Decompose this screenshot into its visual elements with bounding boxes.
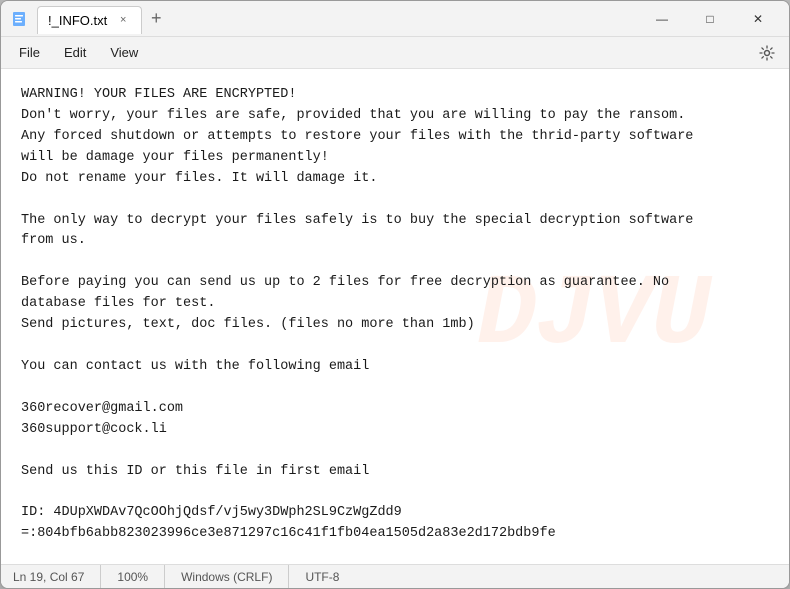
line-14: You can contact us with the following em… bbox=[21, 357, 769, 378]
line-2: Don't worry, your files are safe, provid… bbox=[21, 106, 769, 127]
title-bar: !_INFO.txt × + — □ ✕ bbox=[1, 1, 789, 37]
menu-bar-right bbox=[753, 39, 781, 67]
line-4: will be damage your files permanently! bbox=[21, 148, 769, 169]
zoom-level[interactable]: 100% bbox=[101, 565, 165, 588]
window-controls: — □ ✕ bbox=[639, 3, 781, 35]
cursor-position[interactable]: Ln 19, Col 67 bbox=[13, 565, 101, 588]
minimize-button[interactable]: — bbox=[639, 3, 685, 35]
close-button[interactable]: ✕ bbox=[735, 3, 781, 35]
maximize-button[interactable]: □ bbox=[687, 3, 733, 35]
tab-area: !_INFO.txt × + bbox=[9, 5, 639, 33]
line-6 bbox=[21, 190, 769, 211]
line-12: Send pictures, text, doc files. (files n… bbox=[21, 315, 769, 336]
line-21: ID: 4DUpXWDAv7QcOOhjQdsf/vj5wy3DWph2SL9C… bbox=[21, 503, 769, 524]
line-5: Do not rename your files. It will damage… bbox=[21, 169, 769, 190]
tab-label: !_INFO.txt bbox=[48, 13, 107, 28]
main-window: !_INFO.txt × + — □ ✕ File Edit View DJVU bbox=[0, 0, 790, 589]
line-20 bbox=[21, 483, 769, 504]
app-icon bbox=[9, 9, 29, 29]
line-16: 360recover@gmail.com bbox=[21, 399, 769, 420]
line-11: database files for test. bbox=[21, 294, 769, 315]
new-tab-button[interactable]: + bbox=[142, 5, 170, 33]
encoding[interactable]: UTF-8 bbox=[289, 565, 355, 588]
text-block: WARNING! YOUR FILES ARE ENCRYPTED! Don't… bbox=[21, 85, 769, 545]
line-13 bbox=[21, 336, 769, 357]
line-22: =:804bfb6abb823023996ce3e871297c16c41f1f… bbox=[21, 524, 769, 545]
line-15 bbox=[21, 378, 769, 399]
view-menu[interactable]: View bbox=[100, 41, 148, 64]
line-17: 360support@cock.li bbox=[21, 420, 769, 441]
line-9 bbox=[21, 252, 769, 273]
line-10: Before paying you can send us up to 2 fi… bbox=[21, 273, 769, 294]
line-3: Any forced shutdown or attempts to resto… bbox=[21, 127, 769, 148]
status-bar: Ln 19, Col 67 100% Windows (CRLF) UTF-8 bbox=[1, 564, 789, 588]
line-ending[interactable]: Windows (CRLF) bbox=[165, 565, 289, 588]
line-8: from us. bbox=[21, 231, 769, 252]
line-7: The only way to decrypt your files safel… bbox=[21, 211, 769, 232]
line-1: WARNING! YOUR FILES ARE ENCRYPTED! bbox=[21, 85, 769, 106]
edit-menu[interactable]: Edit bbox=[54, 41, 96, 64]
tab-close-button[interactable]: × bbox=[115, 12, 131, 28]
settings-button[interactable] bbox=[753, 39, 781, 67]
line-18 bbox=[21, 441, 769, 462]
menu-bar: File Edit View bbox=[1, 37, 789, 69]
text-content[interactable]: DJVU WARNING! YOUR FILES ARE ENCRYPTED! … bbox=[1, 69, 789, 564]
line-19: Send us this ID or this file in first em… bbox=[21, 462, 769, 483]
active-tab[interactable]: !_INFO.txt × bbox=[37, 6, 142, 34]
file-menu[interactable]: File bbox=[9, 41, 50, 64]
gear-icon bbox=[759, 45, 775, 61]
